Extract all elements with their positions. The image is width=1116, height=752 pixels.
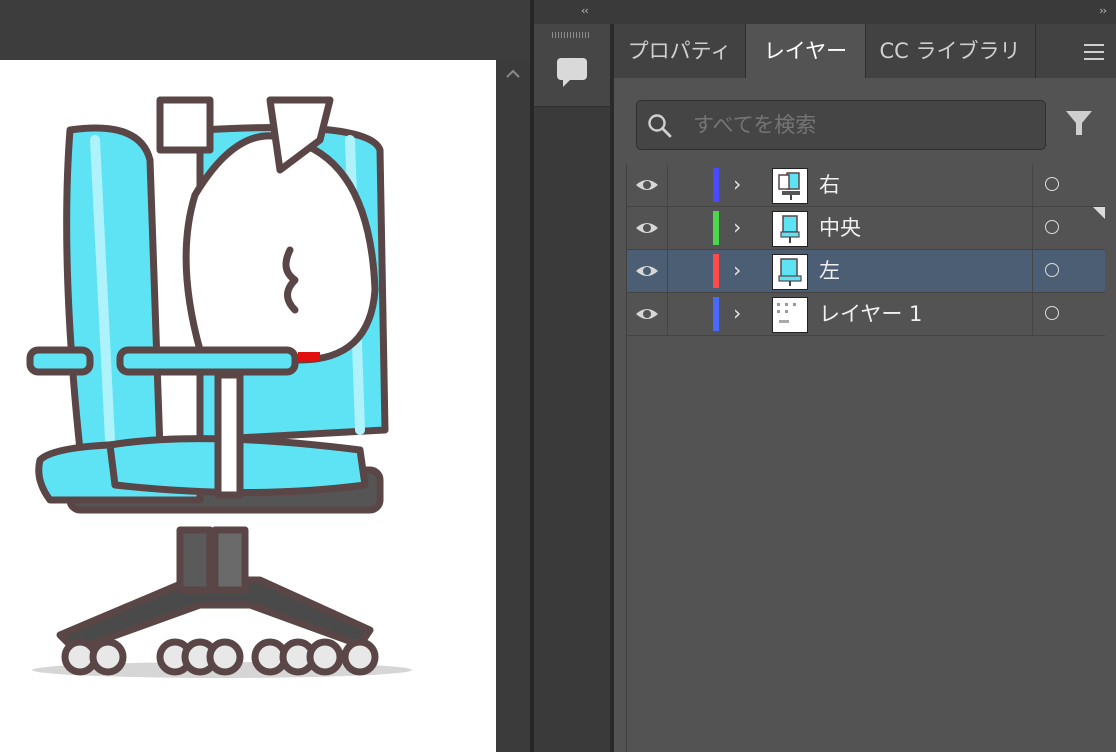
scroll-up-icon[interactable] [504,68,522,86]
column-divider [667,250,668,292]
column-divider [667,293,668,335]
layer-color-bar [713,211,719,245]
canvas-topbar [0,0,530,60]
layer-row[interactable]: › 左 [627,250,1105,293]
target-circle-icon[interactable] [1045,306,1059,320]
column-divider [1032,207,1033,249]
artwork-chairs-illustration [26,96,412,678]
search-icon [647,113,673,139]
layer-thumbnail [772,254,808,290]
column-divider [1032,250,1033,292]
chevron-right-icon[interactable]: › [731,172,743,196]
layer-name[interactable]: 右 [819,164,840,206]
target-circle-icon[interactable] [1045,263,1059,277]
layer-color-bar [713,168,719,202]
tab-layers[interactable]: レイヤー [745,24,866,78]
layer-name[interactable]: 左 [819,250,840,292]
column-divider [667,164,668,206]
eye-icon[interactable] [635,219,659,237]
tab-cc-libraries[interactable]: CC ライブラリ [865,24,1035,78]
selection-indicator-icon [1093,207,1105,219]
chevron-right-icon[interactable]: › [731,215,743,239]
vertical-scrollbar[interactable] [496,60,530,752]
chevron-right-icon[interactable]: › [731,301,743,325]
search-field[interactable] [636,100,1046,150]
layer-thumbnail [772,211,808,247]
tab-properties[interactable]: プロパティ [614,24,745,78]
dock-group [534,24,610,107]
column-divider [1032,164,1033,206]
tab-separator [1035,24,1036,78]
chevron-right-icon[interactable]: › [731,258,743,282]
layers-panel: プロパティ レイヤー CC ライブラリ › [614,24,1116,752]
target-circle-icon[interactable] [1045,177,1059,191]
column-divider [1032,293,1033,335]
layer-row[interactable]: › 右 [627,164,1105,207]
layers-list: › 右 › 中央 › 左 › レイヤー 1 [626,164,1105,752]
layer-row[interactable]: › レイヤー 1 [627,293,1105,336]
layer-color-bar [713,297,719,331]
layer-thumbnail [772,168,808,204]
panel-tabbar: プロパティ レイヤー CC ライブラリ [614,24,1116,78]
eye-icon[interactable] [635,262,659,280]
panel-menu-icon[interactable] [1068,24,1116,78]
layer-color-bar [713,254,719,288]
layer-name[interactable]: レイヤー 1 [819,293,922,335]
comment-icon[interactable] [554,54,590,90]
search-input[interactable] [693,101,1033,149]
target-circle-icon[interactable] [1045,220,1059,234]
eye-icon[interactable] [635,176,659,194]
layer-name[interactable]: 中央 [819,207,861,249]
dock-grip-handle[interactable] [552,32,590,38]
filter-icon[interactable] [1064,108,1094,138]
column-divider [667,207,668,249]
layer-thumbnail [772,297,808,333]
icon-dock [534,24,610,752]
layer-row[interactable]: › 中央 [627,207,1105,250]
panel-collapse-bar: ‹‹ ›› [534,0,1116,24]
collapse-dock-button[interactable]: ‹‹ [581,4,589,17]
eye-icon[interactable] [635,305,659,323]
canvas-area[interactable] [0,0,530,752]
collapse-panel-button[interactable]: ›› [1099,4,1107,17]
artboard[interactable] [0,60,496,752]
